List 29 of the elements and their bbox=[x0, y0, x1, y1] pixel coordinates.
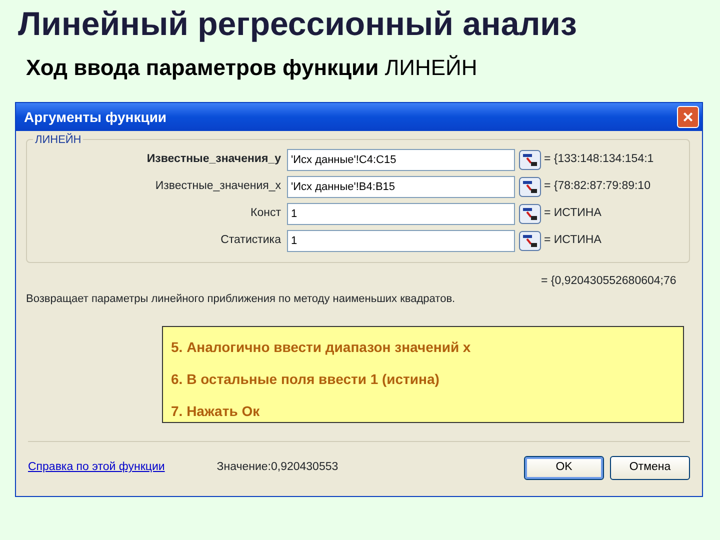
instruction-step: 6. В остальные поля ввести 1 (истина) bbox=[171, 362, 675, 395]
instruction-step: 7. Нажать Ок bbox=[171, 394, 675, 427]
input-field[interactable]: 'Исх данные'!B4:B15 bbox=[287, 176, 515, 198]
argument-label: Известные_значения_y bbox=[146, 152, 282, 168]
input-field[interactable]: 1 bbox=[287, 202, 515, 225]
argument-result: = {78:82:87:79:89:10 bbox=[544, 179, 650, 194]
argument-result: = ИСТИНА bbox=[544, 233, 602, 248]
slide-title: Линейный регрессионный анализ bbox=[17, 4, 578, 44]
help-link[interactable]: Справка по этой функции bbox=[28, 459, 165, 477]
argument-label: Известные_значения_x bbox=[154, 179, 282, 194]
ok-button[interactable]: OK bbox=[524, 456, 604, 480]
input-field[interactable]: 'Исх данные'!C4:C15 bbox=[287, 148, 515, 171]
argument-label: Статистика bbox=[220, 233, 282, 248]
range-select-icon[interactable] bbox=[519, 204, 541, 224]
range-select-icon[interactable] bbox=[519, 150, 541, 170]
function-description: Возвращает параметры линейного приближения по методу наименьших квадратов. bbox=[26, 292, 456, 308]
slide-subtitle: Ход ввода параметров функции ЛИНЕЙН bbox=[25, 54, 478, 82]
formula-result: = {0,920430552680604;76 bbox=[541, 274, 678, 290]
cancel-button[interactable]: Отмена bbox=[610, 456, 690, 480]
value-text: Значение:0,920430553 bbox=[216, 460, 340, 476]
instruction-step: 5. Аналогично ввести диапазон значений x bbox=[171, 330, 675, 363]
argument-result: = ИСТИНА bbox=[544, 206, 602, 222]
range-select-icon[interactable] bbox=[519, 176, 541, 197]
input-field[interactable]: 1 bbox=[287, 230, 515, 252]
close-button[interactable]: × bbox=[677, 106, 699, 128]
range-select-icon[interactable] bbox=[519, 230, 541, 251]
argument-label: Конст bbox=[250, 206, 282, 222]
argument-result: = {133:148:134:154:1 bbox=[544, 152, 654, 168]
window-title: Аргументы функции bbox=[24, 108, 167, 127]
